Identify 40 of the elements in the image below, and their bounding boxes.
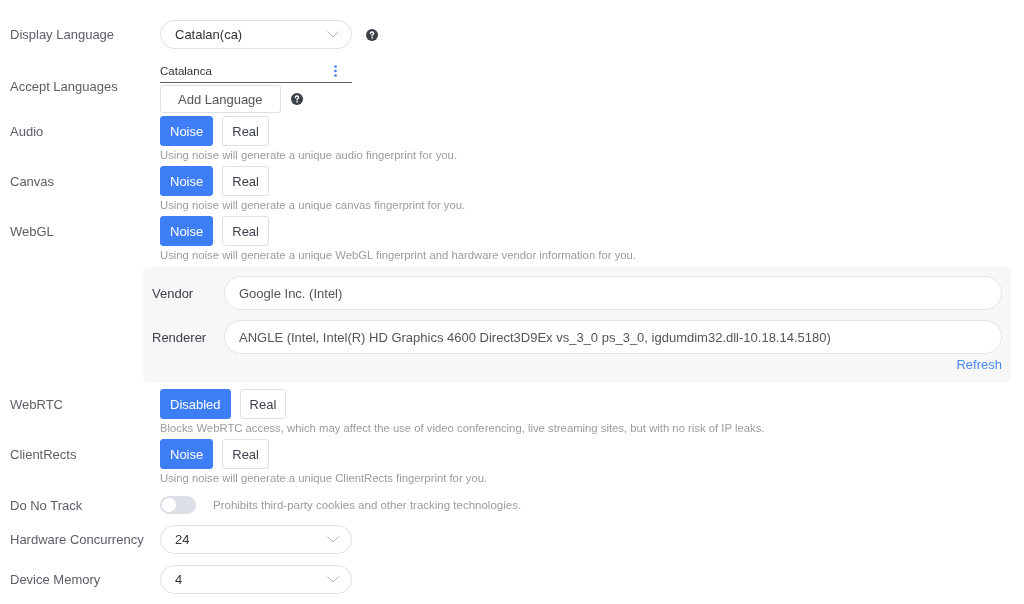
hint-text: Using noise will generate a unique ClientRects fingerprint for you. [160, 471, 488, 486]
kebab-menu-icon[interactable] [334, 64, 337, 77]
language-row[interactable]: Catalanca [160, 59, 352, 83]
hint-text: Using noise will generate a unique canvas fingerprint for you. [160, 198, 466, 213]
text-field[interactable]: ANGLE (Intel, Intel(R) HD Graphics 4600 Direct3D9Ex vs_3_0 ps_3_0, igdumdim32.dll-10.18.14.5180) [224, 320, 1002, 354]
option-button[interactable]: Noise [160, 439, 214, 469]
hint-text: Using noise will generate a unique audio fingerprint for you. [160, 148, 458, 163]
option-button[interactable]: Real [222, 439, 269, 469]
help-icon[interactable] [366, 28, 378, 41]
toggle-switch[interactable] [160, 496, 196, 514]
setting-label: Display Language [10, 26, 115, 42]
setting-label: ClientRects [10, 446, 77, 462]
field-label: Renderer [152, 329, 208, 345]
setting-label: Device Memory [10, 571, 101, 587]
option-button[interactable]: Real [222, 216, 269, 246]
setting-label: Canvas [10, 173, 55, 189]
chevron-icon [327, 576, 339, 583]
field-label: Vendor [152, 285, 195, 301]
option-button[interactable]: Disabled [160, 389, 231, 419]
setting-label: Audio [10, 123, 44, 139]
help-icon[interactable] [290, 93, 303, 105]
option-button[interactable]: Real [222, 166, 269, 196]
hint-text: Using noise will generate a unique WebGL fingerprint and hardware vendor information for you. [160, 248, 636, 263]
option-button[interactable]: Noise [160, 116, 214, 146]
chevron-icon [327, 31, 339, 38]
setting-label: WebRTC [10, 396, 63, 412]
chevron-icon [327, 536, 339, 543]
option-button[interactable]: Real [222, 116, 269, 146]
option-button[interactable]: Noise [160, 166, 214, 196]
setting-label: Do No Track [10, 497, 83, 513]
add-language-button[interactable]: Add Language [160, 85, 281, 113]
setting-label: WebGL [10, 223, 54, 239]
hint-text: Prohibits third-party cookies and other tracking technologies. [213, 498, 522, 513]
option-button[interactable]: Real [239, 389, 287, 419]
option-button[interactable]: Noise [160, 216, 214, 246]
hint-text: Blocks WebRTC access, which may affect the use of video conferencing, live streaming sites, but with no risk of IP leaks. [160, 421, 765, 436]
language-name: Catalanca [160, 64, 212, 77]
setting-label: Hardware Concurrency [10, 531, 144, 547]
text-field[interactable]: Google Inc. (Intel) [224, 276, 1002, 310]
setting-label: Accept Languages [10, 78, 118, 94]
